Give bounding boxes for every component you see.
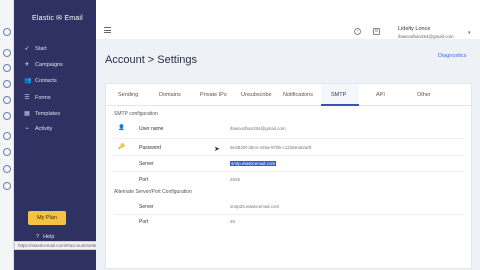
chevron-down-icon[interactable]: ▾ bbox=[468, 30, 471, 36]
top-bar: ? ⚙ Lidelty Lonce ifawoodhan254@gmail.co… bbox=[96, 0, 480, 40]
alternate-section-title: Alternate Server/Port Configuration bbox=[114, 189, 192, 195]
rocket-icon: ➶ bbox=[24, 46, 30, 52]
password-label: Password bbox=[139, 145, 161, 151]
diagnostics-link[interactable]: Diagnostics bbox=[438, 53, 466, 59]
help-icon: ? bbox=[36, 234, 40, 240]
paper-plane-icon: ✈ bbox=[24, 62, 30, 68]
sidebar-item-label: Templates bbox=[35, 111, 61, 117]
heart-icon[interactable] bbox=[3, 132, 11, 140]
alt-port-value[interactable]: 25 bbox=[230, 219, 235, 224]
help-link[interactable]: ? Help bbox=[36, 234, 54, 240]
settings-tabs: Sending Domains Private IPs Unsubscribe … bbox=[106, 84, 473, 106]
sidebar-item-templates[interactable]: ▦ Templates bbox=[24, 111, 60, 117]
password-value[interactable]: 9e2B29f-3bce-425a-979b-c1226ea62a0f bbox=[230, 145, 311, 150]
username-label: User name bbox=[139, 126, 164, 132]
page-title: Account > Settings bbox=[105, 54, 198, 66]
tab-domains[interactable]: Domains bbox=[159, 92, 181, 98]
tab-unsubscribe[interactable]: Unsubscribe bbox=[241, 92, 272, 98]
os-taskbar bbox=[0, 0, 14, 270]
alt-port-label: Port bbox=[139, 219, 149, 225]
port-label: Port bbox=[139, 177, 149, 183]
key-icon: 🔑 bbox=[118, 144, 125, 150]
help-label: Help bbox=[43, 234, 55, 240]
activity-icon: ⌁ bbox=[25, 126, 29, 132]
tab-notifications[interactable]: Notifications bbox=[283, 92, 313, 98]
port-value[interactable]: 2525 bbox=[230, 177, 240, 182]
mouse-cursor-icon: ➤ bbox=[214, 146, 220, 153]
clock-icon[interactable] bbox=[3, 165, 11, 173]
divider bbox=[114, 155, 464, 156]
gear-icon[interactable]: ⚙ bbox=[373, 28, 380, 35]
sidebar-item-label: Contacts bbox=[35, 78, 57, 84]
alt-server-label: Server bbox=[139, 204, 154, 210]
template-icon: ▦ bbox=[24, 111, 30, 117]
sidebar-item-label: Start bbox=[35, 46, 47, 52]
browser-icon[interactable] bbox=[3, 28, 11, 36]
settings-card: Sending Domains Private IPs Unsubscribe … bbox=[105, 83, 473, 269]
circle-icon[interactable] bbox=[3, 64, 11, 72]
gear-icon[interactable] bbox=[3, 148, 11, 156]
user-name[interactable]: Lidelty Lonce bbox=[398, 26, 430, 32]
sidebar-item-campaigns[interactable]: ✈ Campaigns bbox=[24, 62, 63, 68]
sidebar-item-forms[interactable]: ☰ Forms bbox=[24, 95, 51, 101]
divider bbox=[114, 138, 464, 139]
tab-other[interactable]: Other bbox=[417, 92, 431, 98]
tab-smtp[interactable]: SMTP bbox=[331, 92, 346, 98]
help-circle-icon[interactable]: ? bbox=[354, 28, 361, 35]
box-icon[interactable] bbox=[3, 96, 11, 104]
divider bbox=[114, 214, 464, 215]
form-icon: ☰ bbox=[24, 95, 30, 101]
active-tab-indicator bbox=[321, 104, 359, 106]
sidebar-item-start[interactable]: ➶ Start bbox=[24, 46, 47, 52]
server-value[interactable]: smtp.elasticemail.com bbox=[230, 161, 277, 166]
main-content: Account > Settings Diagnostics Sending D… bbox=[96, 40, 480, 270]
username-value[interactable]: ifawoodhan254@gmail.com bbox=[230, 126, 286, 131]
list-icon[interactable] bbox=[3, 112, 11, 120]
users-icon: 👥 bbox=[24, 78, 32, 84]
sidebar-item-label: Activity bbox=[35, 126, 53, 132]
my-plan-button[interactable]: My Plan bbox=[28, 211, 66, 225]
user-email: ifawoodhan254@gmail.com bbox=[398, 34, 454, 39]
user-icon: 👤 bbox=[118, 125, 125, 131]
hamburger-menu-icon[interactable] bbox=[104, 27, 111, 33]
brand-logo[interactable]: Elastic ✉ Email bbox=[32, 14, 83, 22]
alt-server-value[interactable]: smtp25.elasticemail.com bbox=[230, 204, 279, 209]
history-icon[interactable] bbox=[3, 182, 11, 190]
tab-api[interactable]: API bbox=[376, 92, 385, 98]
smtp-section-title: SMTP configuration bbox=[114, 111, 158, 117]
divider bbox=[114, 171, 464, 172]
server-label: Server bbox=[139, 161, 154, 167]
play-icon[interactable] bbox=[3, 80, 11, 88]
sidebar: Elastic ✉ Email ➶ Start ✈ Campaigns 👥 Co… bbox=[14, 0, 96, 270]
sidebar-item-contacts[interactable]: 👥 Contacts bbox=[24, 78, 57, 84]
tab-sending[interactable]: Sending bbox=[118, 92, 138, 98]
sidebar-item-activity[interactable]: ⌁ Activity bbox=[24, 126, 52, 132]
sidebar-item-label: Campaigns bbox=[35, 62, 63, 68]
sidebar-item-label: Forms bbox=[35, 95, 51, 101]
circle-icon[interactable] bbox=[3, 49, 11, 57]
tab-private-ips[interactable]: Private IPs bbox=[200, 92, 227, 98]
